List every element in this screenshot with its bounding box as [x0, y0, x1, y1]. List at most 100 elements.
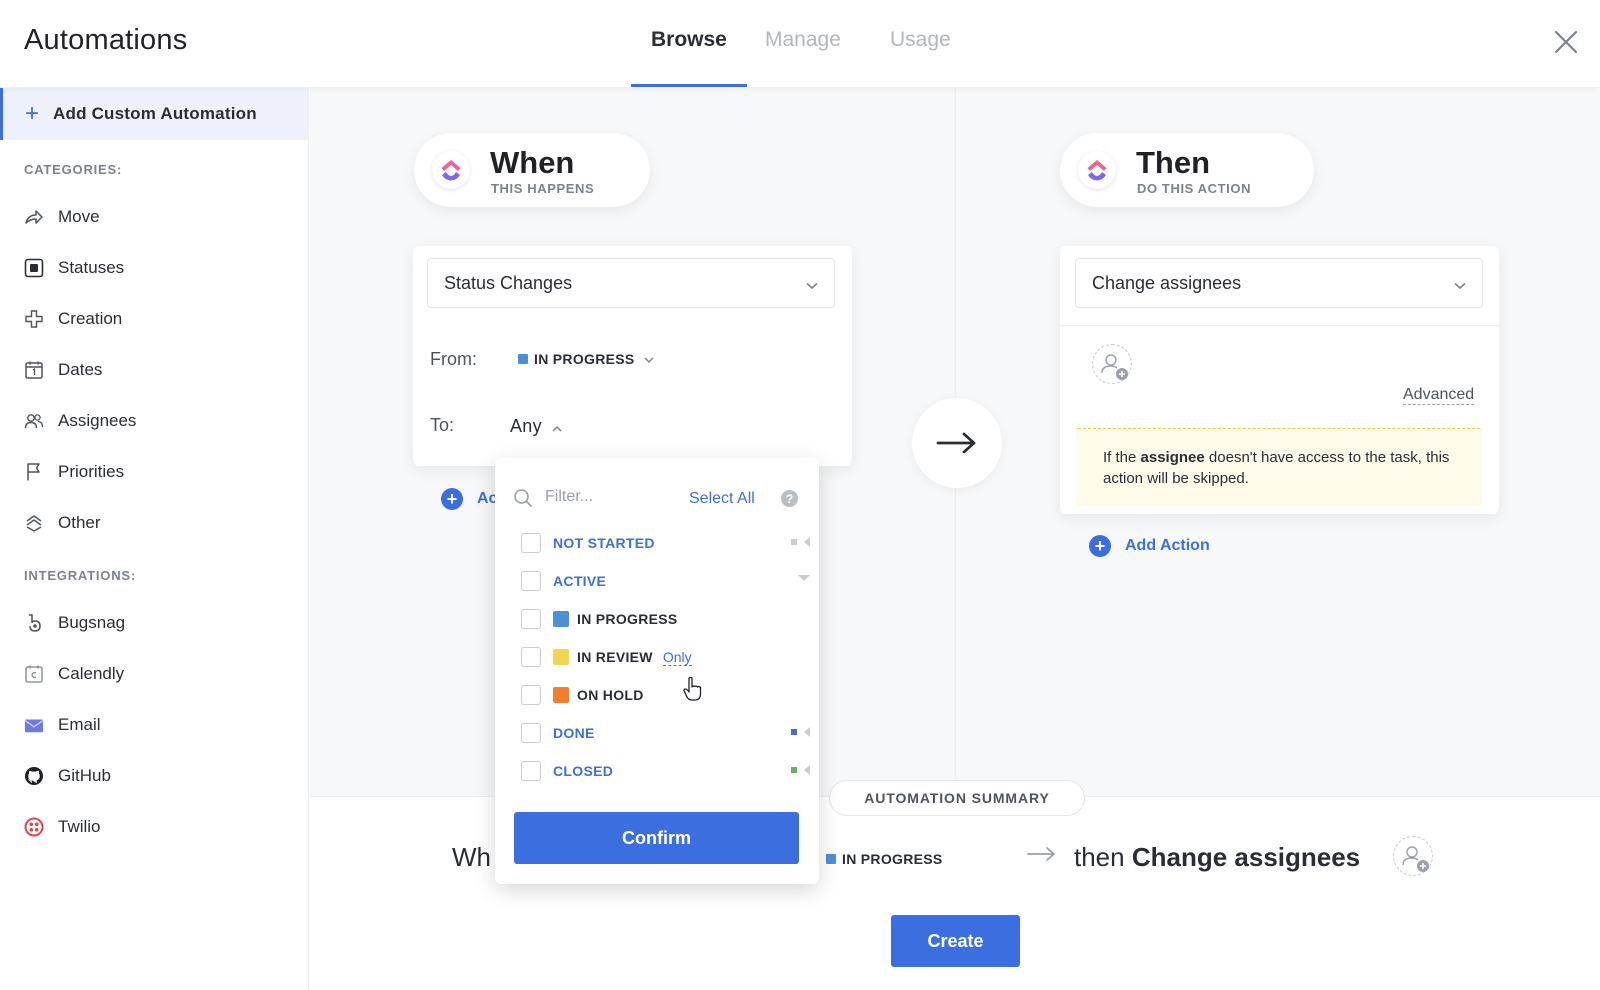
sidebar-item-email[interactable]: Email	[0, 705, 308, 745]
checkbox[interactable]	[521, 685, 541, 705]
close-icon[interactable]	[1552, 28, 1580, 56]
status-color-swatch	[826, 854, 836, 864]
clickup-logo-icon	[1078, 151, 1116, 189]
add-user-icon	[1101, 354, 1128, 380]
card-divider	[1060, 325, 1499, 326]
add-assignee-button[interactable]	[1092, 344, 1132, 384]
flag-icon	[24, 462, 44, 482]
sidebar-item-priorities[interactable]: Priorities	[0, 452, 308, 492]
from-status-select[interactable]: IN PROGRESS	[518, 351, 654, 367]
status-option-active[interactable]: ACTIVE	[521, 566, 811, 596]
people-icon	[24, 411, 44, 431]
group-expand-icon[interactable]	[791, 764, 811, 776]
to-status-value: Any	[510, 416, 542, 436]
sidebar-item-dates[interactable]: Dates	[0, 350, 308, 390]
add-custom-automation-button[interactable]: + Add Custom Automation	[0, 88, 309, 140]
to-status-select[interactable]: Any	[510, 416, 562, 437]
then-header: Then DO THIS ACTION	[1060, 133, 1314, 207]
status-option-in-review[interactable]: IN REVIEW Only	[521, 642, 811, 672]
sidebar-item-bugsnag[interactable]: Bugsnag	[0, 603, 308, 643]
status-square-icon	[24, 258, 44, 278]
summary-badge: AUTOMATION SUMMARY	[829, 780, 1085, 816]
group-collapse-icon[interactable]	[797, 574, 811, 582]
select-all-button[interactable]: Select All	[689, 490, 755, 508]
sidebar-item-move[interactable]: Move	[0, 197, 308, 237]
status-option-done[interactable]: DONE	[521, 718, 811, 748]
checkbox[interactable]	[521, 647, 541, 667]
sidebar-item-label: Assignees	[58, 411, 137, 430]
summary-assignee-avatar	[1393, 836, 1433, 876]
bugsnag-icon	[24, 613, 44, 633]
status-color-swatch	[553, 649, 569, 665]
filter-input[interactable]	[545, 482, 675, 512]
action-select[interactable]: Change assignees	[1075, 258, 1483, 308]
sidebar-item-twilio[interactable]: Twilio	[0, 807, 308, 847]
add-circle-icon: +	[441, 488, 463, 510]
option-label: CLOSED	[553, 763, 614, 779]
summary-status-value: IN PROGRESS	[842, 851, 943, 867]
status-color-swatch	[518, 354, 528, 364]
sidebar-item-other[interactable]: Other	[0, 503, 308, 543]
status-color-swatch	[553, 611, 569, 627]
then-title: Then	[1136, 145, 1211, 180]
trigger-select-value: Status Changes	[444, 272, 573, 293]
integrations-label: INTEGRATIONS:	[24, 568, 136, 583]
arrow-right-icon	[1027, 846, 1057, 867]
when-subtitle: THIS HAPPENS	[491, 181, 595, 196]
checkbox[interactable]	[521, 723, 541, 743]
move-arrow-icon	[24, 207, 44, 227]
from-label: From:	[430, 349, 477, 369]
tab-manage[interactable]: Manage	[765, 28, 841, 52]
status-option-closed[interactable]: CLOSED	[521, 756, 811, 786]
github-icon	[24, 766, 44, 786]
chevron-down-icon	[1454, 277, 1466, 295]
add-action-button[interactable]: + Add Action	[1089, 535, 1210, 557]
sidebar-item-creation[interactable]: Creation	[0, 299, 308, 339]
help-icon[interactable]: ?	[781, 490, 798, 507]
confirm-button[interactable]: Confirm	[514, 812, 799, 864]
checkbox[interactable]	[521, 533, 541, 553]
status-option-in-progress[interactable]: IN PROGRESS	[521, 604, 811, 634]
create-button[interactable]: Create	[891, 915, 1020, 967]
status-option-not-started[interactable]: NOT STARTED	[521, 528, 811, 558]
search-icon	[513, 488, 533, 513]
group-expand-icon[interactable]	[791, 536, 811, 548]
tab-browse[interactable]: Browse	[651, 28, 727, 52]
add-custom-automation-label: Add Custom Automation	[53, 104, 257, 123]
summary-when-text: Wh	[452, 842, 491, 872]
add-condition-button[interactable]: + Ac	[441, 488, 497, 510]
sidebar-item-statuses[interactable]: Statuses	[0, 248, 308, 288]
stack-icon	[24, 513, 44, 533]
notice-bold-text: assignee	[1140, 449, 1205, 466]
sidebar-item-label: Creation	[58, 309, 123, 328]
from-status-value: IN PROGRESS	[534, 351, 635, 367]
group-expand-icon[interactable]	[791, 726, 811, 738]
sidebar-item-github[interactable]: GitHub	[0, 756, 308, 796]
trigger-select[interactable]: Status Changes	[427, 258, 835, 308]
checkbox[interactable]	[521, 571, 541, 591]
sidebar-item-label: Email	[58, 715, 101, 734]
checkbox[interactable]	[521, 609, 541, 629]
sidebar-item-assignees[interactable]: Assignees	[0, 401, 308, 441]
sidebar-item-label: Move	[58, 207, 100, 226]
hand-cursor-icon	[682, 676, 704, 707]
sidebar-item-calendly[interactable]: Calendly	[0, 654, 308, 694]
only-link[interactable]: Only	[662, 649, 692, 666]
advanced-link[interactable]: Advanced	[1403, 386, 1475, 405]
header: Automations Browse Manage Usage	[0, 0, 1600, 88]
checkbox[interactable]	[521, 761, 541, 781]
page-title: Automations	[24, 24, 188, 56]
status-color-swatch	[553, 687, 569, 703]
arrow-right-icon	[936, 432, 976, 454]
to-label: To:	[430, 415, 455, 435]
twilio-icon	[24, 817, 44, 837]
flow-arrow	[912, 398, 1002, 488]
when-header: When THIS HAPPENS	[414, 133, 650, 207]
option-label: IN PROGRESS	[577, 611, 678, 627]
status-option-on-hold[interactable]: ON HOLD	[521, 680, 811, 710]
active-tab-indicator	[631, 84, 747, 87]
sidebar-item-label: Statuses	[58, 258, 125, 277]
option-label: ACTIVE	[553, 573, 607, 589]
add-circle-icon: +	[1089, 535, 1111, 557]
tab-usage[interactable]: Usage	[890, 28, 951, 52]
